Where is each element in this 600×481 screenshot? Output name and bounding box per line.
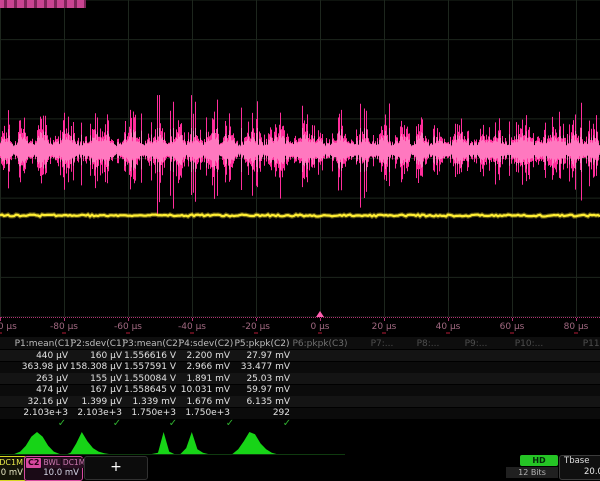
measure-histicon[interactable] <box>9 430 65 455</box>
tbase-label: Tbase <box>564 456 600 467</box>
time-axis-label: -80 µs <box>50 322 78 332</box>
measure-column-header-unused[interactable]: P9:... <box>465 339 488 349</box>
c2-coupling-tag: DC1M <box>62 458 86 468</box>
c1-volts-per-div: 20.0 mV <box>0 468 23 478</box>
status-check-icon: ✓ <box>85 418 149 429</box>
time-axis-label: -20 µs <box>242 322 270 332</box>
c2-volts-per-div: 10.0 mV <box>26 468 81 478</box>
time-axis-label: 40 µs <box>436 322 461 332</box>
histicon-baseline <box>0 454 345 455</box>
measure-value: 33.477 mV <box>226 362 290 372</box>
status-check-icon: ✓ <box>141 418 205 429</box>
timebase-descriptor[interactable]: Tbase 20.0 µs <box>559 455 600 480</box>
top-left-trace-badge <box>0 0 86 8</box>
axis-tick-mark <box>128 318 129 321</box>
measure-column-header-unused[interactable]: P11:... <box>583 339 600 349</box>
time-axis-label: 20 µs <box>372 322 397 332</box>
time-axis-label: -40 µs <box>178 322 206 332</box>
measure-column-header-unused[interactable]: P6:pkpk(C3) <box>292 339 347 349</box>
measure-value: 1.750e+3 <box>166 408 230 418</box>
axis-minor-tick <box>190 332 194 334</box>
measure-column-header[interactable]: P4:sdev(C2) <box>174 339 238 349</box>
measure-value: 25.03 mV <box>226 374 290 384</box>
measure-histicon[interactable] <box>175 430 231 455</box>
measure-histicon[interactable] <box>227 430 283 455</box>
hd-mode-indicator[interactable]: HD 12 Bits <box>506 455 558 479</box>
measure-column-header-unused[interactable]: P8:... <box>417 339 440 349</box>
time-axis-label: -100 µs <box>0 322 17 332</box>
axis-tick-mark <box>0 318 1 321</box>
measure-value: 10.031 mV <box>166 385 230 395</box>
channel-c1-descriptor[interactable]: DC1M 20.0 mV <box>0 456 27 481</box>
c1-coupling-label: DC1M <box>0 458 23 468</box>
hd-bits-label: 12 Bits <box>506 467 558 478</box>
channel-c2-descriptor[interactable]: C2 BWL DC1M 10.0 mV <box>24 456 83 481</box>
axis-minor-tick <box>382 332 386 334</box>
c2-channel-chip: C2 <box>26 458 41 468</box>
measure-value: 1.676 mV <box>166 397 230 407</box>
measure-value: 1.891 mV <box>166 374 230 384</box>
measure-value: 292 <box>226 408 290 418</box>
time-axis-label: 80 µs <box>564 322 589 332</box>
time-axis-label: -60 µs <box>114 322 142 332</box>
axis-minor-tick <box>574 332 578 334</box>
axis-tick-mark <box>512 318 513 321</box>
time-axis-label: 0 µs <box>310 322 329 332</box>
measure-column-header[interactable]: P5:pkpk(C2) <box>230 339 294 349</box>
status-check-icon: ✓ <box>198 418 262 429</box>
axis-minor-tick <box>0 332 2 334</box>
axis-tick-mark <box>448 318 449 321</box>
status-check-icon: ✓ <box>255 418 319 429</box>
axis-tick-mark <box>64 318 65 321</box>
trigger-position-marker[interactable] <box>316 311 324 317</box>
axis-minor-tick <box>126 332 130 334</box>
axis-tick-mark <box>320 318 321 321</box>
axis-minor-tick <box>318 332 322 334</box>
plus-icon: + <box>110 459 122 475</box>
measure-value: 2.200 mV <box>166 351 230 361</box>
axis-minor-tick <box>446 332 450 334</box>
measure-value: 27.97 mV <box>226 351 290 361</box>
hd-badge: HD <box>520 455 558 466</box>
measure-value: 59.97 mV <box>226 385 290 395</box>
measure-histicon[interactable] <box>65 430 121 455</box>
axis-tick-mark <box>256 318 257 321</box>
axis-minor-tick <box>62 332 66 334</box>
time-axis-label: 60 µs <box>500 322 525 332</box>
axis-tick-mark <box>192 318 193 321</box>
add-trace-button[interactable]: + <box>84 456 148 480</box>
measure-column-header-unused[interactable]: P7:... <box>371 339 394 349</box>
axis-tick-mark <box>576 318 577 321</box>
tbase-time-per-div: 20.0 µs <box>564 467 600 478</box>
axis-minor-tick <box>510 332 514 334</box>
axis-minor-tick <box>254 332 258 334</box>
waveform-grid <box>0 0 600 317</box>
oscilloscope-traces <box>0 0 600 317</box>
axis-tick-mark <box>384 318 385 321</box>
c2-bwl-tag: BWL <box>42 458 60 468</box>
measure-value: 6.135 mV <box>226 397 290 407</box>
measure-value: 2.966 mV <box>166 362 230 372</box>
measure-column-header-unused[interactable]: P10:... <box>515 339 544 349</box>
